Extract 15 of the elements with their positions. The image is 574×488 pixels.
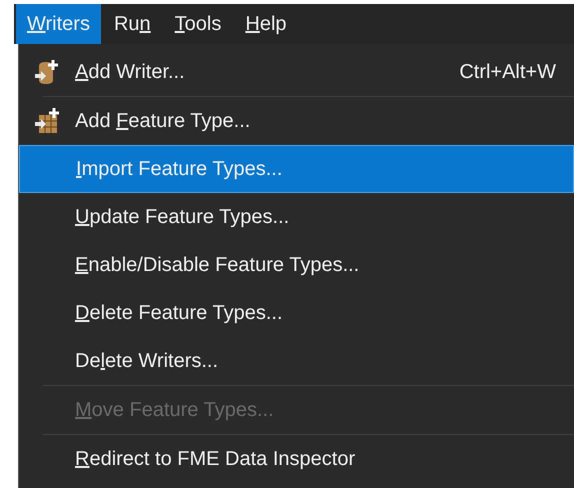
add-table-icon <box>33 107 61 135</box>
menu-item[interactable]: Add Feature Type... <box>19 97 574 145</box>
menu-bar-item[interactable]: Writers <box>16 4 101 44</box>
menu-item[interactable]: Update Feature Types... <box>19 193 574 241</box>
menu-item[interactable]: Add Writer... Ctrl+Alt+W <box>19 48 574 96</box>
menu-item[interactable]: Redirect to FME Data Inspector <box>19 435 574 483</box>
menu-item[interactable]: Delete Feature Types... <box>19 289 574 337</box>
menu-item[interactable]: Enable/Disable Feature Types... <box>19 241 574 289</box>
menu-item[interactable]: Delete Writers... <box>19 337 574 385</box>
shortcut-text: Ctrl+Alt+W <box>459 60 556 84</box>
menu-bar-item[interactable]: Tools <box>164 4 232 44</box>
menu-bar-item[interactable]: Help <box>234 4 298 44</box>
menu-bar-item[interactable]: Run <box>102 4 162 44</box>
menu-item[interactable]: Import Feature Types... <box>19 145 574 193</box>
add-writer-icon <box>33 58 61 86</box>
